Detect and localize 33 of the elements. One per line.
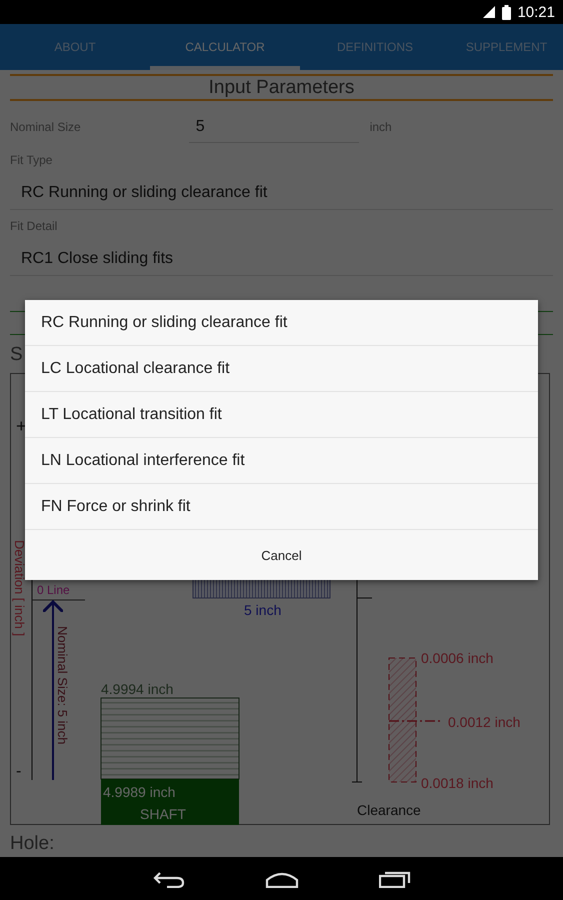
tab[interactable]: SUPPLEMENT [450, 24, 563, 70]
clearance-value: 0.0012 inch [448, 714, 520, 730]
back-icon[interactable] [152, 870, 184, 888]
shaft-label: SHAFT [140, 806, 186, 822]
dialog-option[interactable]: LC Locational clearance fit [25, 346, 538, 392]
minus-sign: - [16, 763, 22, 780]
recents-icon[interactable] [378, 870, 410, 888]
dialog-option[interactable]: RC Running or sliding clearance fit [25, 300, 538, 346]
fit-type-dropdown[interactable]: RC Running or sliding clearance fit [10, 177, 553, 210]
axis-title: Deviation [ inch ] [12, 540, 27, 636]
signal-icon [482, 5, 496, 19]
dialog-option[interactable]: LN Locational interference fit [25, 438, 538, 484]
section-heading: Hole: [10, 832, 56, 856]
tab[interactable]: ABOUT [0, 24, 150, 70]
tab[interactable]: CALCULATOR [150, 24, 300, 70]
cancel-button[interactable]: Cancel [25, 530, 538, 580]
dialog-option[interactable]: LT Locational transition fit [25, 392, 538, 438]
section-title: Input Parameters [208, 76, 356, 99]
section-heading: S [10, 343, 24, 367]
hole-size-label: 5 inch [244, 602, 282, 618]
clearance-value: 0.0018 inch [421, 775, 494, 791]
battery-icon [502, 4, 512, 20]
shaft-upper-label: 4.9994 inch [101, 681, 174, 697]
plus-sign: + [16, 416, 27, 436]
clock-time: 10:21 [517, 4, 555, 20]
zero-line-label: 0 Line [37, 583, 70, 597]
nominal-size-field[interactable]: 5 [188, 111, 359, 143]
nominal-size-label: Nominal Size: 5 inch [55, 626, 70, 744]
clearance-value: 0.0006 inch [421, 650, 494, 666]
shaft-lower-label: 4.9989 inch [103, 784, 176, 800]
fit-detail-dropdown[interactable]: RC1 Close sliding fits [10, 243, 553, 276]
tab[interactable]: DEFINITIONS [300, 24, 450, 70]
clearance-title: Clearance [357, 802, 421, 818]
